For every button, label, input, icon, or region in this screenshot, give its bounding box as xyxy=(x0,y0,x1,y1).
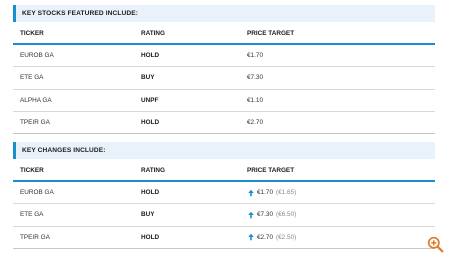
rating-cell: BUY xyxy=(141,211,155,219)
arrow-up-icon xyxy=(248,234,254,241)
header-ticker: TICKER xyxy=(20,29,44,37)
price-target-cell: €7.30 (€6.50) xyxy=(239,211,435,219)
table-row: ETE GA BUY €7.30 xyxy=(13,67,435,90)
rating-cell: HOLD xyxy=(141,189,160,197)
price-target-value: €2.70 xyxy=(257,233,273,241)
ticker-cell: ALPHA GA xyxy=(20,96,52,104)
price-target-value: €7.30 xyxy=(257,211,273,219)
table-row: TPEIR GA HOLD €2.70 xyxy=(13,112,435,135)
section-title-key-stocks: KEY STOCKS FEATURED INCLUDE: xyxy=(13,5,435,22)
table-row: EUROB GA HOLD €1.70 (€1.65) xyxy=(13,182,435,205)
zoom-in-icon[interactable] xyxy=(427,236,444,253)
header-ticker: TICKER xyxy=(20,166,44,174)
ticker-cell: TPEIR GA xyxy=(20,119,50,127)
price-target-cell: €7.30 xyxy=(247,74,263,82)
header-rating: RATING xyxy=(141,29,166,37)
arrow-up-icon xyxy=(248,189,254,196)
price-target-cell: €2.70 (€2.50) xyxy=(239,233,435,241)
header-rating: RATING xyxy=(141,166,166,174)
previous-target-value: (€2.50) xyxy=(276,233,297,241)
rating-cell: BUY xyxy=(141,74,155,82)
ticker-cell: ETE GA xyxy=(20,211,44,219)
key-stocks-table: TICKER RATING PRICE TARGET EUROB GA HOLD… xyxy=(13,23,435,135)
table-row: ALPHA GA UNPF €1.10 xyxy=(13,90,435,112)
table-row: TPEIR GA HOLD €2.70 (€2.50) xyxy=(13,227,435,249)
table-header: TICKER RATING PRICE TARGET xyxy=(13,23,435,45)
ticker-cell: ETE GA xyxy=(20,74,44,82)
previous-target-value: (€6.50) xyxy=(276,211,297,219)
price-target-cell: €1.70 xyxy=(247,52,263,60)
table-header: TICKER RATING PRICE TARGET xyxy=(13,160,435,182)
price-target-cell: €1.10 xyxy=(247,96,263,104)
price-target-value: €1.70 xyxy=(257,189,273,197)
price-target-cell: €1.70 (€1.65) xyxy=(239,189,435,197)
ticker-cell: EUROB GA xyxy=(20,52,54,60)
key-changes-table: TICKER RATING PRICE TARGET EUROB GA HOLD… xyxy=(13,160,435,249)
rating-cell: HOLD xyxy=(141,119,160,127)
header-price-target: PRICE TARGET xyxy=(247,29,295,37)
header-price-target: PRICE TARGET xyxy=(247,166,295,174)
arrow-up-icon xyxy=(248,211,254,219)
rating-cell: UNPF xyxy=(141,96,159,104)
section-title-key-changes: KEY CHANGES INCLUDE: xyxy=(13,142,435,159)
table-row: ETE GA BUY €7.30 (€6.50) xyxy=(13,204,435,227)
price-target-cell: €2.70 xyxy=(247,119,263,127)
rating-cell: HOLD xyxy=(141,52,160,60)
rating-cell: HOLD xyxy=(141,233,160,241)
ticker-cell: TPEIR GA xyxy=(20,233,50,241)
previous-target-value: (€1.65) xyxy=(276,189,297,197)
table-row: EUROB GA HOLD €1.70 xyxy=(13,45,435,68)
ticker-cell: EUROB GA xyxy=(20,189,54,197)
